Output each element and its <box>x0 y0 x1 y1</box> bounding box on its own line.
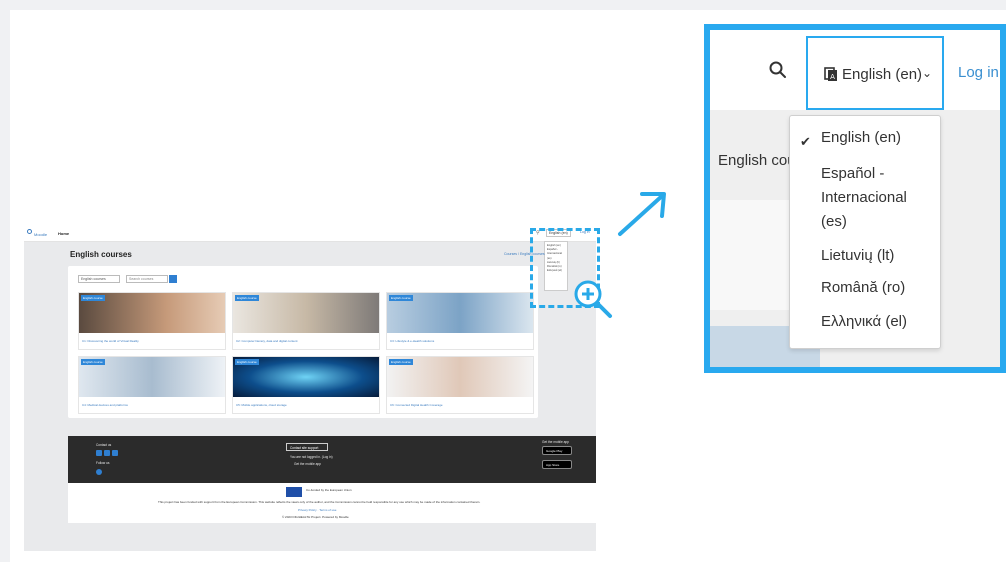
course-tag: English course <box>235 295 259 301</box>
arrow-icon <box>618 192 666 236</box>
zoom-in-icon <box>574 280 612 318</box>
course-tag: English course <box>81 359 105 365</box>
language-option-ro[interactable]: Română (ro) <box>821 276 905 300</box>
search-icon[interactable] <box>768 60 788 80</box>
course-title-link[interactable]: C6: Connected Digital Health Coverage <box>390 403 530 407</box>
website-icon[interactable] <box>112 450 118 456</box>
course-page-screenshot: Moodle Home ⚲ English (en) Log in Englis… <box>24 226 596 551</box>
app-store-badge[interactable]: App Store <box>542 460 572 469</box>
course-tag: English course <box>389 359 413 365</box>
policy-links[interactable]: Privacy Policy · Terms of use <box>298 508 336 512</box>
site-footer: Contact us Follow us Contact site suppor… <box>68 436 596 483</box>
course-card[interactable]: English course C2: Computer literacy, da… <box>232 292 380 350</box>
course-card[interactable]: English course C1: Discovering the world… <box>78 292 226 350</box>
course-tag: English course <box>235 359 259 365</box>
get-app-link[interactable]: Get the mobile app <box>294 462 321 466</box>
phone-icon[interactable] <box>104 450 110 456</box>
course-title-link[interactable]: C1: Discovering the world of Virtual Rea… <box>82 339 222 343</box>
eu-disclaimer: This project has been funded with suppor… <box>158 500 481 504</box>
course-title-link[interactable]: C2: Computer literacy, data and digital … <box>236 339 376 343</box>
course-search-input[interactable]: Search courses <box>126 275 168 283</box>
contact-support-button[interactable]: Contact site support <box>286 443 328 451</box>
eu-cofunded-text: Co-funded by the European Union <box>306 488 352 492</box>
login-status-text: You are not logged in. (Log in) <box>290 455 333 459</box>
chevron-down-icon: ⌄ <box>922 66 933 80</box>
course-tag: English course <box>81 295 105 301</box>
language-icon: A <box>824 67 837 81</box>
eu-flag-icon <box>286 487 302 497</box>
top-navbar: Moodle Home ⚲ English (en) Log in <box>24 226 596 242</box>
svg-text:A: A <box>830 73 835 81</box>
language-button-label: English (en) <box>842 66 923 83</box>
login-link[interactable]: Log in <box>958 64 999 81</box>
language-option-en[interactable]: English (en) <box>821 126 901 150</box>
mobile-app-label: Get the mobile app <box>542 440 569 444</box>
language-option-lt[interactable]: Lietuvių (lt) <box>821 244 894 268</box>
language-option-es-line3[interactable]: (es) <box>821 210 847 234</box>
site-logo[interactable]: Moodle <box>34 232 47 237</box>
course-card[interactable]: English course C5: Mobile applications, … <box>232 356 380 414</box>
site-logo-icon <box>27 229 32 234</box>
nav-home-link[interactable]: Home <box>58 231 69 236</box>
search-button[interactable] <box>169 275 177 283</box>
course-card[interactable]: English course C3: Lifestyle & e-Health … <box>386 292 534 350</box>
zoomed-language-panel: A English (en) ⌄ Log in English cou ✔ En… <box>704 24 1006 373</box>
page-title-fragment: English cou <box>718 152 796 169</box>
course-card[interactable]: English course C4: Medical devices and p… <box>78 356 226 414</box>
language-menu-button[interactable]: A English (en) ⌄ <box>806 36 944 110</box>
course-title-link[interactable]: C3: Lifestyle & e-Health solutions <box>390 339 530 343</box>
facebook-icon[interactable] <box>96 469 102 475</box>
course-title-link[interactable]: C4: Medical devices and platforms <box>82 403 222 407</box>
copyright-text: © 2023 DIGIHEALTH Project. Powered by Mo… <box>282 515 349 519</box>
course-list-panel: English courses Search courses English c… <box>68 266 538 418</box>
language-option-es[interactable]: Español - <box>821 162 884 186</box>
contact-us-label: Contact us <box>96 443 112 447</box>
course-card[interactable]: English course C6: Connected Digital Hea… <box>386 356 534 414</box>
language-option-el[interactable]: Ελληνικά (el) <box>821 310 907 334</box>
language-option-es-line2[interactable]: Internacional <box>821 186 907 210</box>
course-tag: English course <box>389 295 413 301</box>
page-title: English courses <box>70 250 132 259</box>
category-select[interactable]: English courses <box>78 275 120 283</box>
course-title-link[interactable]: C5: Mobile applications, cloud storage <box>236 403 376 407</box>
eu-funding-section: Co-funded by the European Union This pro… <box>68 483 596 523</box>
email-icon[interactable] <box>96 450 102 456</box>
google-play-badge[interactable]: Google Play <box>542 446 572 455</box>
follow-us-label: Follow us <box>96 461 110 465</box>
check-icon: ✔ <box>800 134 811 149</box>
language-dropdown: ✔ English (en) Español - Internacional (… <box>789 115 941 349</box>
